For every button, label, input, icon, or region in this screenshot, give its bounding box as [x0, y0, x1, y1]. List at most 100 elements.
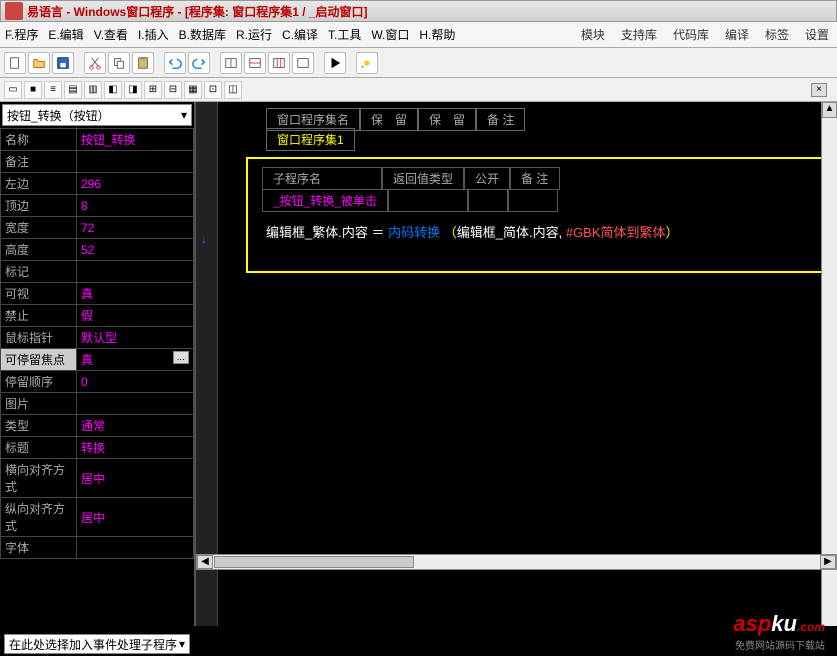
menu-db[interactable]: B.数据库 — [174, 23, 231, 46]
prop-row-11[interactable]: 停留顺序0 — [1, 371, 194, 393]
menu-tools[interactable]: T.工具 — [323, 23, 366, 46]
cut-icon[interactable] — [84, 52, 106, 74]
prop-value[interactable]: 0 — [77, 371, 194, 393]
rmenu-tag[interactable]: 标签 — [757, 23, 797, 46]
prop-row-0[interactable]: 名称按钮_转换 — [1, 129, 194, 151]
code-line[interactable]: 编辑框_繁体.内容 ＝ 内码转换 （编辑框_简体.内容, #GBK简体到繁体） — [262, 222, 813, 241]
menu-edit[interactable]: E.编辑 — [43, 23, 88, 46]
prop-row-14[interactable]: 标题转换 — [1, 437, 194, 459]
prop-value[interactable]: 居中 — [77, 459, 194, 498]
t2-4[interactable]: ▤ — [64, 81, 82, 99]
prop-row-5[interactable]: 高度52 — [1, 239, 194, 261]
prop-value[interactable]: 52 — [77, 239, 194, 261]
prop-row-6[interactable]: 标记 — [1, 261, 194, 283]
new-icon[interactable] — [4, 52, 26, 74]
redo-icon[interactable] — [188, 52, 210, 74]
prop-row-16[interactable]: 纵向对齐方式居中 — [1, 498, 194, 537]
t2-6[interactable]: ◧ — [104, 81, 122, 99]
prop-value[interactable]: 通常 — [77, 415, 194, 437]
prop-row-9[interactable]: 鼠标指针默认型 — [1, 327, 194, 349]
t2-10[interactable]: ▦ — [184, 81, 202, 99]
scroll-right-icon[interactable]: ▶ — [820, 555, 836, 569]
menu-compile[interactable]: C.编译 — [277, 23, 323, 46]
prop-row-4[interactable]: 宽度72 — [1, 217, 194, 239]
prop-key: 高度 — [1, 239, 77, 261]
menu-run[interactable]: R.运行 — [231, 23, 277, 46]
scrollbar-vertical[interactable]: ▲ — [821, 102, 837, 626]
scroll-thumb[interactable] — [214, 556, 414, 568]
gutter: ↓ — [196, 102, 218, 626]
prop-row-2[interactable]: 左边296 — [1, 173, 194, 195]
prop-key: 可视 — [1, 283, 77, 305]
property-grid[interactable]: 名称按钮_转换备注左边296顶边8宽度72高度52标记可视真禁止假鼠标指针默认型… — [0, 128, 194, 626]
menu-program[interactable]: F.程序 — [0, 23, 43, 46]
prop-value[interactable] — [77, 393, 194, 415]
prop-value[interactable]: 296 — [77, 173, 194, 195]
layout3-icon[interactable] — [268, 52, 290, 74]
undo-icon[interactable] — [164, 52, 186, 74]
prop-row-3[interactable]: 顶边8 — [1, 195, 194, 217]
hdr-r2: 保 留 — [418, 108, 476, 131]
panel-close-icon[interactable]: × — [811, 83, 827, 97]
prop-row-7[interactable]: 可视真 — [1, 283, 194, 305]
prop-value[interactable] — [77, 151, 194, 173]
t2-9[interactable]: ⊟ — [164, 81, 182, 99]
prop-row-12[interactable]: 图片 — [1, 393, 194, 415]
prop-key: 鼠标指针 — [1, 327, 77, 349]
prop-value[interactable]: 72 — [77, 217, 194, 239]
open-icon[interactable] — [28, 52, 50, 74]
prop-value[interactable] — [77, 537, 194, 559]
sub-row[interactable]: _按钮_转换_被单击 — [262, 189, 813, 212]
t2-5[interactable]: ▥ — [84, 81, 102, 99]
menu-window[interactable]: W.窗口 — [366, 23, 414, 46]
prop-value[interactable]: 真... — [77, 349, 194, 371]
copy-icon[interactable] — [108, 52, 130, 74]
module-name[interactable]: 窗口程序集1 — [266, 128, 355, 151]
prop-row-17[interactable]: 字体 — [1, 537, 194, 559]
prop-value[interactable]: 8 — [77, 195, 194, 217]
tool-icon[interactable] — [356, 52, 378, 74]
scrollbar-horizontal[interactable]: ◀ ▶ — [196, 554, 837, 570]
prop-key: 顶边 — [1, 195, 77, 217]
t2-8[interactable]: ⊞ — [144, 81, 162, 99]
rmenu-lib[interactable]: 支持库 — [613, 23, 665, 46]
prop-value[interactable]: 按钮_转换 — [77, 129, 194, 151]
rmenu-set[interactable]: 设置 — [797, 23, 837, 46]
layout4-icon[interactable] — [292, 52, 314, 74]
rmenu-compile[interactable]: 编译 — [717, 23, 757, 46]
prop-value[interactable]: 转换 — [77, 437, 194, 459]
title-text: 易语言 - Windows窗口程序 - [程序集: 窗口程序集1 / _启动窗口… — [27, 3, 368, 20]
prop-value[interactable]: 真 — [77, 283, 194, 305]
run-icon[interactable] — [324, 52, 346, 74]
save-icon[interactable] — [52, 52, 74, 74]
prop-value[interactable] — [77, 261, 194, 283]
prop-value[interactable]: 居中 — [77, 498, 194, 537]
scroll-up-icon[interactable]: ▲ — [822, 102, 837, 118]
prop-value[interactable]: 假 — [77, 305, 194, 327]
menu-help[interactable]: H.帮助 — [414, 23, 460, 46]
scroll-left-icon[interactable]: ◀ — [197, 555, 213, 569]
t2-2[interactable]: ■ — [24, 81, 42, 99]
t2-1[interactable]: ▭ — [4, 81, 22, 99]
event-combo[interactable]: 在此处选择加入事件处理子程序 ▾ — [4, 634, 190, 654]
t2-7[interactable]: ◨ — [124, 81, 142, 99]
t2-12[interactable]: ◫ — [224, 81, 242, 99]
prop-edit-button[interactable]: ... — [173, 351, 189, 364]
prop-row-10[interactable]: 可停留焦点真... — [1, 349, 194, 371]
prop-row-8[interactable]: 禁止假 — [1, 305, 194, 327]
t2-11[interactable]: ⊡ — [204, 81, 222, 99]
layout1-icon[interactable] — [220, 52, 242, 74]
code-editor[interactable]: ↓ 窗口程序集名 保 留 保 留 备 注 窗口程序集1 子程序名 返回值类型 公… — [196, 102, 837, 626]
prop-row-1[interactable]: 备注 — [1, 151, 194, 173]
prop-row-13[interactable]: 类型通常 — [1, 415, 194, 437]
rmenu-codelib[interactable]: 代码库 — [665, 23, 717, 46]
menu-view[interactable]: V.查看 — [89, 23, 133, 46]
layout2-icon[interactable] — [244, 52, 266, 74]
prop-row-15[interactable]: 横向对齐方式居中 — [1, 459, 194, 498]
menu-insert[interactable]: I.插入 — [133, 23, 174, 46]
prop-value[interactable]: 默认型 — [77, 327, 194, 349]
paste-icon[interactable] — [132, 52, 154, 74]
t2-3[interactable]: ≡ — [44, 81, 62, 99]
rmenu-module[interactable]: 模块 — [573, 23, 613, 46]
object-combo[interactable]: 按钮_转换（按钮） ▾ — [2, 104, 192, 126]
